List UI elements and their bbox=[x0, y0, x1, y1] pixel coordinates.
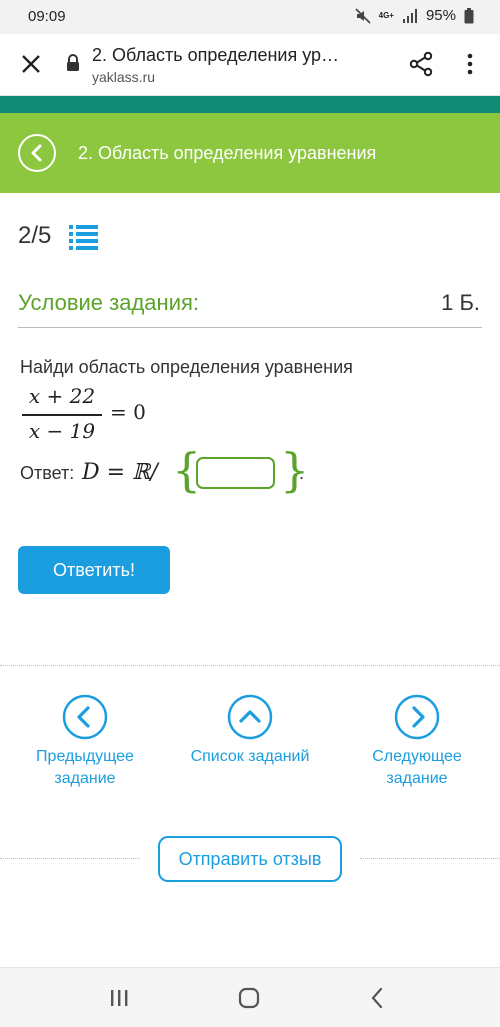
site-strip bbox=[0, 96, 500, 113]
task-list-icon[interactable] bbox=[68, 222, 100, 250]
system-nav-bar bbox=[0, 967, 500, 1027]
mute-icon bbox=[355, 7, 371, 24]
chevron-left-icon bbox=[31, 144, 42, 162]
battery-icon bbox=[464, 7, 474, 23]
task-list-link[interactable]: Список заданий bbox=[190, 694, 310, 768]
fraction-denominator: x − 19 bbox=[28, 419, 96, 443]
answer-expression: D = ℝ/ bbox=[82, 460, 158, 485]
condition-title: Условие задания: bbox=[18, 290, 200, 315]
submit-answer-button[interactable]: Ответить! bbox=[18, 546, 170, 594]
equation-rhs: = 0 bbox=[110, 400, 146, 424]
chevron-up-icon bbox=[227, 694, 273, 740]
send-feedback-button[interactable]: Отправить отзыв bbox=[158, 836, 342, 882]
signal-icon bbox=[402, 8, 417, 23]
answer-period: . bbox=[299, 463, 305, 483]
fraction-bar bbox=[22, 414, 102, 416]
chevron-right-icon bbox=[394, 694, 440, 740]
condition-points: 1 Б. bbox=[441, 290, 480, 315]
chevron-left-icon bbox=[62, 694, 108, 740]
network-type: 4G+ bbox=[378, 10, 394, 20]
condition-divider bbox=[18, 327, 482, 328]
lock-icon bbox=[67, 54, 79, 71]
feedback-divider-left bbox=[0, 858, 140, 859]
task-prompt: Найди область определения уравнения bbox=[20, 357, 353, 377]
home-icon[interactable] bbox=[238, 987, 260, 1009]
answer-input[interactable] bbox=[196, 457, 275, 489]
browser-toolbar: 2. Область определения ур… yaklass.ru bbox=[0, 34, 500, 96]
back-icon[interactable] bbox=[370, 986, 384, 1010]
answer-label: Ответ: bbox=[20, 463, 75, 483]
next-task-link[interactable]: Следующее задание bbox=[357, 694, 477, 790]
status-icons: 4G+ 95% bbox=[355, 7, 474, 24]
feedback-divider-right bbox=[360, 858, 500, 859]
task-counter: 2/5 bbox=[18, 222, 52, 249]
page-title: 2. Область определения ур… bbox=[92, 45, 340, 65]
fraction-numerator: x + 22 bbox=[28, 384, 96, 408]
status-bar: 09:09 4G+ 95% bbox=[0, 0, 500, 34]
status-time: 09:09 bbox=[28, 8, 66, 25]
right-brace: } bbox=[280, 443, 310, 497]
prev-task-link[interactable]: Предыдущее задание bbox=[25, 694, 145, 790]
section-divider bbox=[0, 665, 500, 666]
battery-level: 95% bbox=[425, 7, 456, 24]
page-domain: yaklass.ru bbox=[92, 69, 156, 85]
next-task-label: Следующее задание bbox=[372, 748, 462, 787]
close-icon[interactable] bbox=[18, 51, 44, 77]
share-icon[interactable] bbox=[408, 51, 434, 77]
task-list-label: Список заданий bbox=[190, 748, 310, 765]
topic-title: 2. Область определения уравнения bbox=[78, 143, 377, 163]
more-menu-icon[interactable] bbox=[462, 51, 478, 77]
back-button[interactable] bbox=[18, 134, 56, 172]
recent-apps-icon[interactable] bbox=[108, 988, 130, 1008]
prev-task-label: Предыдущее задание bbox=[36, 748, 134, 787]
